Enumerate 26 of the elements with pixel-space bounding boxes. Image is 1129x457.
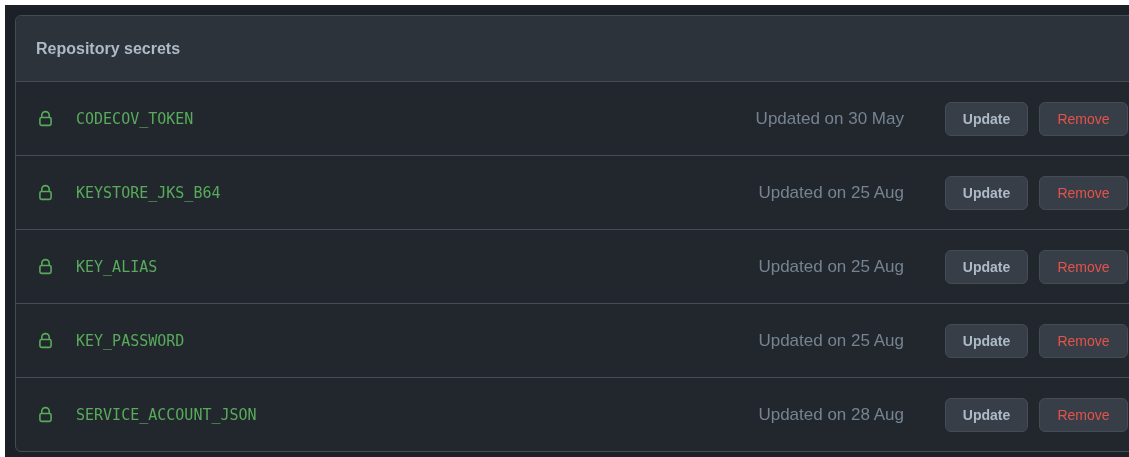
secret-name: KEY_ALIAS bbox=[76, 257, 159, 276]
remove-button[interactable]: Remove bbox=[1039, 323, 1128, 358]
panel-title: Repository secrets bbox=[36, 39, 181, 58]
update-button[interactable]: Update bbox=[945, 101, 1028, 136]
lock-icon bbox=[37, 110, 54, 127]
lock-icon bbox=[37, 184, 54, 201]
secret-name: KEYSTORE_JKS_B64 bbox=[76, 183, 222, 202]
update-button[interactable]: Update bbox=[945, 249, 1028, 284]
lock-icon bbox=[37, 258, 54, 275]
update-button[interactable]: Update bbox=[945, 323, 1028, 358]
secret-name: CODECOV_TOKEN bbox=[76, 109, 195, 128]
updated-date: Updated on 28 Aug bbox=[758, 404, 904, 425]
secret-name: KEY_PASSWORD bbox=[76, 331, 186, 350]
remove-button[interactable]: Remove bbox=[1039, 397, 1128, 432]
updated-date: Updated on 25 Aug bbox=[758, 330, 904, 351]
lock-icon bbox=[37, 332, 54, 349]
secret-name: SERVICE_ACCOUNT_JSON bbox=[76, 405, 258, 424]
remove-button[interactable]: Remove bbox=[1039, 249, 1128, 284]
remove-button[interactable]: Remove bbox=[1039, 101, 1128, 136]
update-button[interactable]: Update bbox=[945, 397, 1028, 432]
remove-button[interactable]: Remove bbox=[1039, 175, 1128, 210]
updated-date: Updated on 25 Aug bbox=[758, 256, 904, 277]
update-button[interactable]: Update bbox=[945, 175, 1028, 210]
lock-icon bbox=[37, 406, 54, 423]
updated-date: Updated on 30 May bbox=[755, 108, 904, 129]
updated-date: Updated on 25 Aug bbox=[758, 182, 904, 203]
